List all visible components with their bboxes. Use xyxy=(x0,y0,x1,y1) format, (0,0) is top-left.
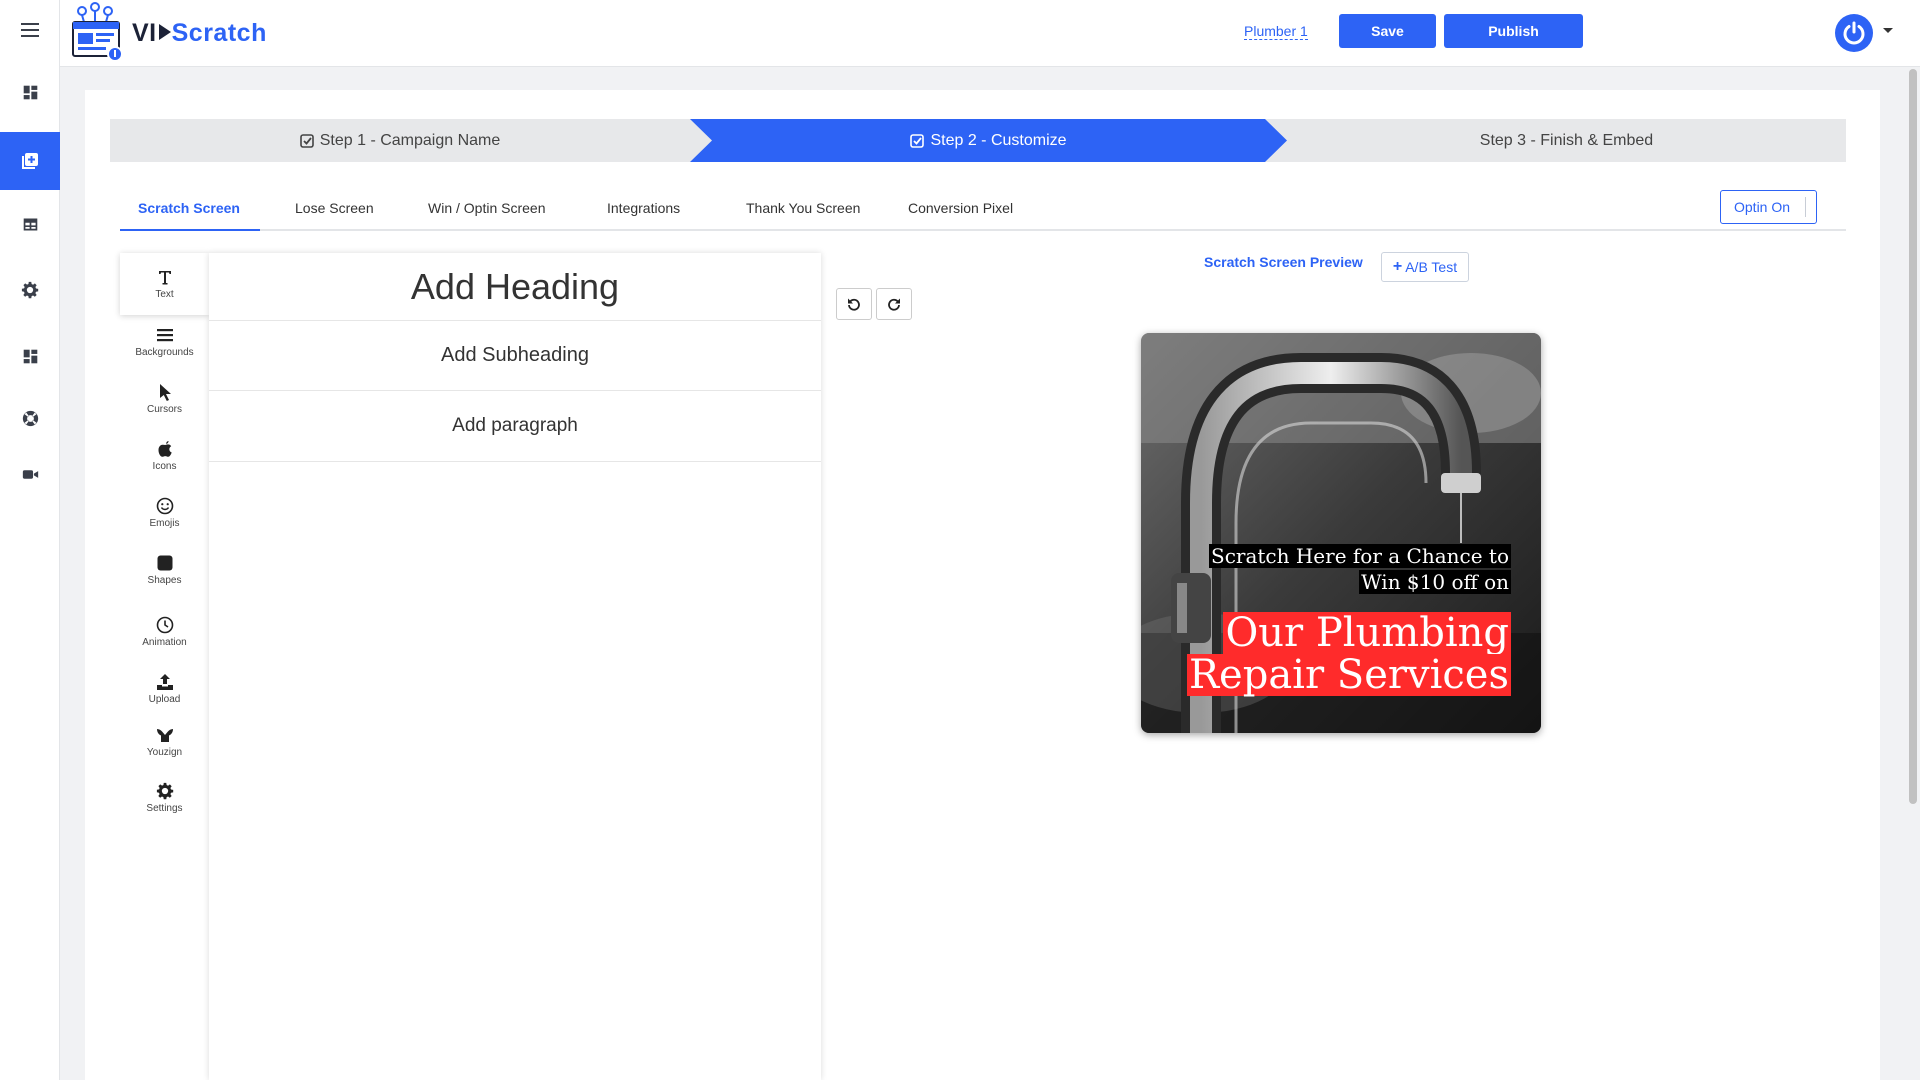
tool-cursors[interactable]: Cursors xyxy=(120,368,209,430)
add-subheading-option[interactable]: Add Subheading xyxy=(209,321,821,391)
app-name: VI Scratch xyxy=(132,18,267,47)
step-wizard: Step 1 - Campaign Name Step 2 - Customiz… xyxy=(110,119,1846,162)
add-campaign-icon[interactable] xyxy=(0,132,60,190)
left-rail xyxy=(0,0,60,1080)
user-menu-avatar[interactable] xyxy=(1835,14,1873,52)
menu-icon[interactable] xyxy=(0,4,60,56)
text-options-panel: Add Heading Add Subheading Add paragraph xyxy=(209,253,821,1080)
preview-title: Scratch Screen Preview xyxy=(1204,254,1363,270)
tool-label: Animation xyxy=(142,637,187,648)
logo-icon xyxy=(72,2,123,62)
preview-headline-1: Our Plumbing xyxy=(1223,610,1511,656)
tool-label: Shapes xyxy=(147,575,182,586)
clock-icon xyxy=(156,616,173,634)
tool-label: Cursors xyxy=(146,404,182,415)
editor-card: Step 1 - Campaign Name Step 2 - Customiz… xyxy=(85,90,1880,1080)
apple-icon xyxy=(158,441,172,457)
tab-thank-you-screen[interactable]: Thank You Screen xyxy=(746,200,860,216)
preview-headline-2: Repair Services xyxy=(1186,652,1511,698)
tool-label: Icons xyxy=(152,461,177,472)
smile-icon xyxy=(156,497,173,515)
tool-label: Upload xyxy=(148,694,181,705)
text-icon xyxy=(158,271,171,285)
top-bar: VI Scratch Plumber 1 Save Publish xyxy=(60,0,1920,67)
gear-icon xyxy=(156,782,173,800)
step-3-label: Step 3 - Finish & Embed xyxy=(1479,131,1654,149)
check-square-icon xyxy=(910,133,925,148)
dashboard-icon[interactable] xyxy=(0,66,60,118)
editor-tabs: Scratch Screen Lose Screen Win / Optin S… xyxy=(120,190,1846,231)
tool-shapes[interactable]: Shapes xyxy=(120,539,209,601)
tool-backgrounds[interactable]: Backgrounds xyxy=(120,311,209,373)
add-paragraph-option[interactable]: Add paragraph xyxy=(209,391,821,462)
add-heading-option[interactable]: Add Heading xyxy=(209,253,821,321)
scrollbar-thumb[interactable] xyxy=(1909,69,1917,804)
upload-icon xyxy=(156,674,173,690)
check-square-icon xyxy=(299,133,314,148)
tool-label: Settings xyxy=(146,803,183,814)
youzign-icon xyxy=(156,729,173,742)
table-icon[interactable] xyxy=(0,198,60,250)
campaign-name-link[interactable]: Plumber 1 xyxy=(1244,23,1308,40)
publish-button[interactable]: Publish xyxy=(1444,14,1583,48)
redo-icon xyxy=(888,298,900,311)
preview-line-2: Win $10 off on xyxy=(1359,570,1511,594)
plus-icon: + xyxy=(1392,258,1403,275)
tool-label: Youzign xyxy=(146,747,183,758)
tool-label: Emojis xyxy=(149,518,180,529)
tool-sidebar: Text Backgrounds Cursors Icons Emojis Sh… xyxy=(120,253,209,1080)
tool-label: Backgrounds xyxy=(135,347,194,358)
optin-toggle[interactable]: Optin On xyxy=(1720,190,1817,224)
step-1-label: Step 1 - Campaign Name xyxy=(319,131,501,149)
tool-icons[interactable]: Icons xyxy=(120,425,209,487)
power-icon xyxy=(1843,21,1865,45)
tool-emojis[interactable]: Emojis xyxy=(120,482,209,544)
square-icon xyxy=(157,555,172,571)
step-1[interactable]: Step 1 - Campaign Name xyxy=(110,119,690,162)
step-2-label: Step 2 - Customize xyxy=(930,131,1067,149)
ab-test-button[interactable]: + A/B Test xyxy=(1381,252,1469,282)
scratch-card-preview[interactable]: Scratch Here for a Chance to Win $10 off… xyxy=(1141,333,1541,733)
support-icon[interactable] xyxy=(0,392,60,444)
page-scrollbar[interactable] xyxy=(1906,67,1920,1080)
cursor-icon xyxy=(159,384,171,401)
preview-line-1: Scratch Here for a Chance to xyxy=(1209,544,1511,568)
tab-conversion-pixel[interactable]: Conversion Pixel xyxy=(908,200,1013,216)
tab-lose-screen[interactable]: Lose Screen xyxy=(295,200,374,216)
apps-icon[interactable] xyxy=(0,330,60,382)
step-2[interactable]: Step 2 - Customize xyxy=(690,119,1287,162)
ab-test-label: A/B Test xyxy=(1405,259,1458,275)
save-button[interactable]: Save xyxy=(1339,14,1436,48)
step-3[interactable]: Step 3 - Finish & Embed xyxy=(1287,119,1846,162)
undo-icon xyxy=(848,298,860,311)
undo-button[interactable] xyxy=(836,288,872,320)
bars-icon xyxy=(156,329,173,342)
user-menu-caret-icon[interactable] xyxy=(1883,28,1893,33)
settings-icon[interactable] xyxy=(0,264,60,316)
tab-win-optin-screen[interactable]: Win / Optin Screen xyxy=(428,200,546,216)
tool-label: Text xyxy=(155,289,174,300)
active-tab-indicator xyxy=(120,229,260,231)
redo-button[interactable] xyxy=(876,288,912,320)
tab-scratch-screen[interactable]: Scratch Screen xyxy=(138,200,240,216)
tab-integrations[interactable]: Integrations xyxy=(607,200,680,216)
app-logo[interactable]: VI Scratch xyxy=(70,2,267,64)
tool-settings[interactable]: Settings xyxy=(120,767,209,829)
tool-animation[interactable]: Animation xyxy=(120,601,209,663)
video-icon[interactable] xyxy=(0,448,60,500)
tool-text[interactable]: Text xyxy=(120,253,209,315)
tool-youzign[interactable]: Youzign xyxy=(120,711,209,773)
